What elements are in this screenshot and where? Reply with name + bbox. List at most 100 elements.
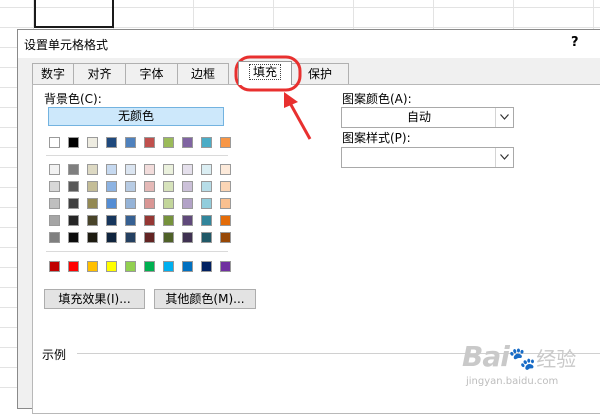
pattern-color-dropdown[interactable]: 自动	[341, 107, 514, 128]
tint-color-swatch[interactable]	[106, 232, 117, 243]
theme-color-swatch[interactable]	[49, 137, 60, 148]
tint-color-swatch[interactable]	[220, 164, 231, 175]
tint-color-swatch[interactable]	[144, 198, 155, 209]
active-cell[interactable]	[34, 0, 114, 28]
tint-color-swatch[interactable]	[87, 232, 98, 243]
standard-color-swatch[interactable]	[106, 261, 117, 272]
theme-color-swatch[interactable]	[220, 137, 231, 148]
tint-color-swatch[interactable]	[68, 164, 79, 175]
tint-color-swatch[interactable]	[182, 232, 193, 243]
tint-color-swatch[interactable]	[87, 198, 98, 209]
standard-color-swatch[interactable]	[68, 261, 79, 272]
pattern-style-label: 图案样式(P):	[342, 131, 411, 145]
more-colors-button[interactable]: 其他颜色(M)...	[154, 289, 256, 309]
tint-color-swatch[interactable]	[201, 164, 212, 175]
tint-color-swatch[interactable]	[125, 164, 136, 175]
tab-fill[interactable]: 填充	[238, 61, 292, 85]
theme-color-swatch[interactable]	[163, 137, 174, 148]
standard-color-swatch[interactable]	[163, 261, 174, 272]
palette-divider	[46, 155, 228, 156]
tint-color-swatch[interactable]	[106, 164, 117, 175]
tab-border[interactable]: 边框	[177, 63, 229, 84]
sample-label: 示例	[42, 348, 67, 362]
tint-color-swatch[interactable]	[49, 181, 60, 192]
background-color-label: 背景色(C):	[44, 92, 102, 106]
fill-effects-button[interactable]: 填充效果(I)...	[44, 289, 145, 309]
tint-color-swatch[interactable]	[87, 181, 98, 192]
tint-color-swatch[interactable]	[68, 181, 79, 192]
standard-color-swatch[interactable]	[125, 261, 136, 272]
tab-label: 数字	[40, 67, 65, 81]
tab-protection[interactable]: 保护	[291, 63, 349, 84]
tint-color-swatch[interactable]	[182, 181, 193, 192]
dialog-title: 设置单元格格式	[24, 38, 109, 52]
tint-color-swatch[interactable]	[163, 181, 174, 192]
standard-color-swatch[interactable]	[201, 261, 212, 272]
tint-color-swatch[interactable]	[201, 232, 212, 243]
tint-color-swatch[interactable]	[220, 198, 231, 209]
tint-color-swatch[interactable]	[49, 232, 60, 243]
tint-color-swatch[interactable]	[201, 181, 212, 192]
watermark-logo: Bai	[462, 340, 510, 373]
tint-color-swatch[interactable]	[163, 164, 174, 175]
tint-color-swatch[interactable]	[106, 181, 117, 192]
tint-color-swatch[interactable]	[220, 215, 231, 226]
pattern-color-label: 图案颜色(A):	[342, 92, 412, 106]
help-button[interactable]: ?	[571, 35, 579, 50]
tint-color-swatch[interactable]	[49, 198, 60, 209]
pattern-style-dropdown[interactable]	[341, 147, 514, 168]
tint-color-swatch[interactable]	[87, 215, 98, 226]
tint-color-swatch[interactable]	[163, 198, 174, 209]
tab-label: 字体	[139, 67, 164, 81]
tint-color-swatch[interactable]	[49, 164, 60, 175]
watermark-text: 经验	[536, 347, 577, 371]
standard-color-swatch[interactable]	[220, 261, 231, 272]
tab-font[interactable]: 字体	[125, 63, 178, 84]
theme-color-swatch[interactable]	[87, 137, 98, 148]
tint-color-swatch[interactable]	[144, 215, 155, 226]
tint-color-swatch[interactable]	[49, 215, 60, 226]
standard-color-swatch[interactable]	[144, 261, 155, 272]
theme-color-swatch[interactable]	[144, 137, 155, 148]
tint-color-swatch[interactable]	[125, 232, 136, 243]
tab-number[interactable]: 数字	[32, 63, 74, 84]
tint-color-swatch[interactable]	[68, 215, 79, 226]
tint-color-swatch[interactable]	[201, 198, 212, 209]
tint-color-swatch[interactable]	[87, 164, 98, 175]
tint-color-swatch[interactable]	[220, 232, 231, 243]
tint-color-swatch[interactable]	[163, 215, 174, 226]
tint-color-swatch[interactable]	[182, 164, 193, 175]
chevron-down-icon[interactable]	[495, 108, 513, 127]
theme-color-swatch[interactable]	[106, 137, 117, 148]
palette-divider	[46, 251, 228, 252]
theme-color-swatch[interactable]	[201, 137, 212, 148]
tint-color-swatch[interactable]	[182, 198, 193, 209]
chevron-down-icon[interactable]	[495, 148, 513, 167]
tint-color-swatch[interactable]	[68, 232, 79, 243]
pattern-color-value: 自动	[406, 110, 431, 124]
tint-color-swatch[interactable]	[163, 232, 174, 243]
tint-color-swatch[interactable]	[106, 215, 117, 226]
tint-color-swatch[interactable]	[144, 181, 155, 192]
no-color-button[interactable]: 无颜色	[48, 107, 224, 126]
standard-color-swatch[interactable]	[49, 261, 60, 272]
tint-color-swatch[interactable]	[68, 198, 79, 209]
tint-color-swatch[interactable]	[144, 164, 155, 175]
paw-icon: 🐾	[508, 347, 537, 372]
theme-color-swatch[interactable]	[182, 137, 193, 148]
tint-color-swatch[interactable]	[201, 215, 212, 226]
tint-color-swatch[interactable]	[182, 215, 193, 226]
tint-color-swatch[interactable]	[106, 198, 117, 209]
theme-color-swatch[interactable]	[125, 137, 136, 148]
tint-color-swatch[interactable]	[125, 215, 136, 226]
tab-alignment[interactable]: 对齐	[73, 63, 126, 84]
tint-color-swatch[interactable]	[144, 232, 155, 243]
theme-color-swatch[interactable]	[68, 137, 79, 148]
tab-label: 保护	[307, 67, 332, 81]
tint-color-swatch[interactable]	[125, 181, 136, 192]
tab-label: 填充	[248, 64, 281, 80]
tint-color-swatch[interactable]	[125, 198, 136, 209]
standard-color-swatch[interactable]	[182, 261, 193, 272]
standard-color-swatch[interactable]	[87, 261, 98, 272]
tint-color-swatch[interactable]	[220, 181, 231, 192]
